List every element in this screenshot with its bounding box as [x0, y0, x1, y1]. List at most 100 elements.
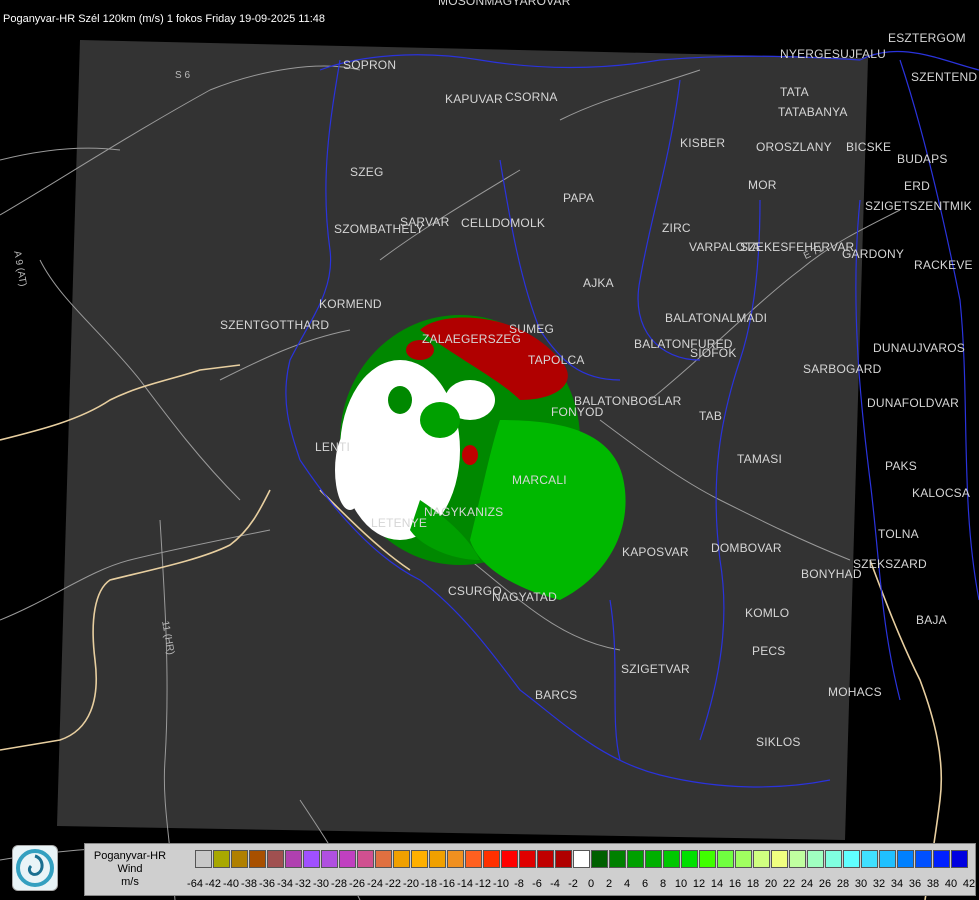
place-label: SZEG [350, 165, 384, 179]
logo [12, 845, 58, 891]
legend-tick-label: -14 [457, 878, 473, 890]
place-label: LENTI [315, 440, 351, 454]
place-label: SIOFOK [690, 346, 737, 360]
place-label: GARDONY [842, 247, 905, 261]
place-label: MOR [748, 178, 777, 192]
legend-swatch [951, 850, 968, 868]
place-label: RACKEVE [914, 258, 973, 272]
legend-tick-label: 6 [641, 878, 649, 890]
place-label: TAPOLCA [528, 353, 585, 367]
place-label: SZENTGOTTHARD [220, 318, 330, 332]
legend-tick-label: -4 [550, 878, 560, 890]
place-label: PECS [752, 644, 786, 658]
legend-station: Poganyvar-HR [93, 850, 167, 862]
place-label: KISBER [680, 136, 726, 150]
legend-swatch [339, 850, 356, 868]
legend-tick-label: 2 [605, 878, 613, 890]
legend-unit: m/s [121, 876, 139, 888]
legend-tick-label: -20 [403, 878, 419, 890]
legend-tick-label: -26 [349, 878, 365, 890]
place-label: NAGYATAD [492, 590, 557, 604]
place-label: SZEKESFEHERVAR [740, 240, 855, 254]
legend-tick-label: 22 [782, 878, 796, 890]
legend-swatch [411, 850, 428, 868]
legend-tick-label: -30 [313, 878, 329, 890]
legend-swatch [717, 850, 734, 868]
place-label: SARBOGARD [803, 362, 882, 376]
legend-swatch [555, 850, 572, 868]
legend-swatch [879, 850, 896, 868]
legend-swatches [195, 850, 969, 868]
place-label: BARCS [535, 688, 578, 702]
legend-swatch [465, 850, 482, 868]
legend-tick-label: 24 [800, 878, 814, 890]
place-label: ESZTERGOM [888, 31, 966, 45]
legend-tick-label: -28 [331, 878, 347, 890]
legend-tick-label: 40 [944, 878, 958, 890]
legend-tick-label: 34 [890, 878, 904, 890]
legend-swatch [699, 850, 716, 868]
place-label: SZIGETSZENTMIK [865, 199, 972, 213]
legend-tick-label: 16 [728, 878, 742, 890]
place-label: DOMBOVAR [711, 541, 782, 555]
place-label: AJKA [583, 276, 614, 290]
place-label: KAPOSVAR [622, 545, 689, 559]
place-label: PAKS [885, 459, 917, 473]
legend-swatch [501, 850, 518, 868]
place-label: MOHACS [828, 685, 882, 699]
legend-swatch [357, 850, 374, 868]
place-label: KALOCSA [912, 486, 971, 500]
legend-swatch [213, 850, 230, 868]
legend-swatch [609, 850, 626, 868]
legend-swatch [897, 850, 914, 868]
place-label: NAGYKANIZS [424, 505, 504, 519]
legend-swatch [627, 850, 644, 868]
place-label: TAB [699, 409, 723, 423]
legend-tick-label: 36 [908, 878, 922, 890]
legend-swatch [483, 850, 500, 868]
road-label: S 6 [175, 70, 191, 81]
place-label: BICSKE [846, 140, 892, 154]
place-label: CELLDOMOLK [461, 216, 546, 230]
legend-swatch [933, 850, 950, 868]
legend-title: Poganyvar-HR Wind m/s [89, 850, 171, 889]
legend-tick-label: -2 [568, 878, 578, 890]
place-label: MARCALI [512, 473, 567, 487]
place-label: KOMLO [745, 606, 790, 620]
legend-swatch [285, 850, 302, 868]
legend-tick-label: -22 [385, 878, 401, 890]
place-label: SZOMBATHELY [334, 222, 424, 236]
swirl-logo-icon [16, 849, 54, 887]
legend-tick-label: -34 [277, 878, 293, 890]
legend-swatch [267, 850, 284, 868]
legend-tick-label: -64 [187, 878, 203, 890]
place-label: TAMASI [737, 452, 782, 466]
legend-tick-label: -6 [532, 878, 542, 890]
place-label: SZEKSZARD [853, 557, 927, 571]
place-label: OROSZLANY [756, 140, 832, 154]
legend-tick-label: 32 [872, 878, 886, 890]
legend-tick-label: 0 [587, 878, 595, 890]
legend-tick-label: 4 [623, 878, 631, 890]
legend-swatch [537, 850, 554, 868]
place-label: ERD [904, 179, 930, 193]
legend-ticks: -64 -42 -40 -38 -36 -34 -32 -30 -28 -26 -24 -22 -20-… [186, 878, 978, 890]
place-label: TOLNA [878, 527, 919, 541]
legend-swatch [303, 850, 320, 868]
legend-tick-label: -32 [295, 878, 311, 890]
legend-swatch [753, 850, 770, 868]
legend-swatch [663, 850, 680, 868]
place-label: TATA [780, 85, 809, 99]
place-label: DUNAUJVAROS [873, 341, 965, 355]
legend-product: Wind [117, 863, 143, 875]
legend-tick-label: -36 [259, 878, 275, 890]
radar-map [0, 40, 979, 900]
legend-swatch [447, 850, 464, 868]
legend-swatch [735, 850, 752, 868]
legend-tick-label: 20 [764, 878, 778, 890]
legend-tick-label: -10 [493, 878, 509, 890]
legend-tick-label: 42 [962, 878, 976, 890]
map-title: Poganyvar-HR Szél 120km (m/s) 1 fokos Fr… [3, 13, 325, 25]
legend-tick-label: -24 [367, 878, 383, 890]
legend-tick-label: 38 [926, 878, 940, 890]
